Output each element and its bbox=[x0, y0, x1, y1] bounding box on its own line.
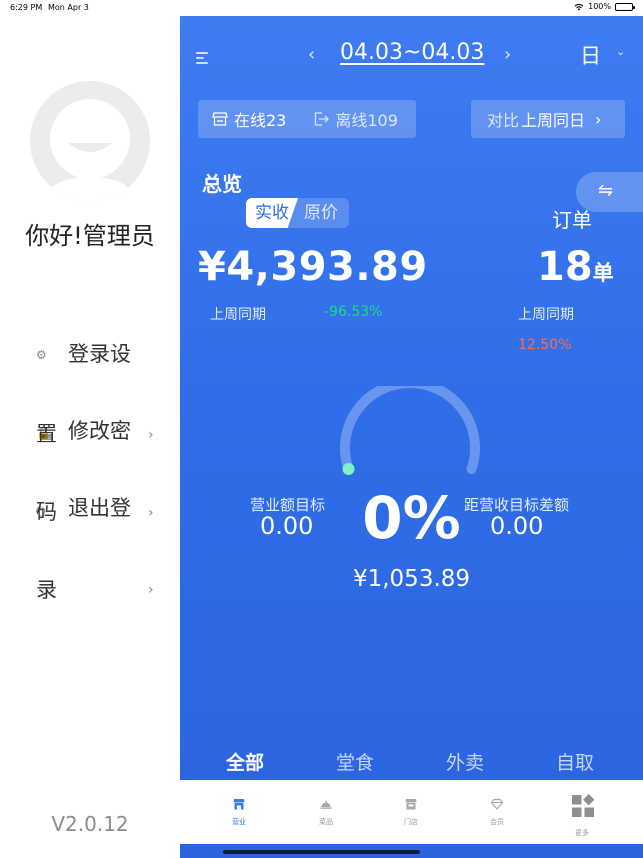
orders-title: 订单 bbox=[552, 208, 592, 232]
app-version: V2.0.12 bbox=[51, 812, 129, 836]
status-time: 6:29 PM bbox=[10, 3, 43, 12]
revenue-amount: ¥4,393.89 bbox=[198, 244, 428, 290]
store-icon bbox=[212, 112, 228, 126]
gear-icon: ⚙ bbox=[36, 348, 47, 362]
menu-logout[interactable]: 退出登 bbox=[68, 492, 131, 522]
chevron-right-icon: › bbox=[148, 582, 154, 598]
period-selector[interactable]: 日 bbox=[580, 40, 601, 70]
chevron-right-icon[interactable]: › bbox=[504, 44, 511, 65]
online-stores[interactable]: 在线23 bbox=[212, 107, 286, 131]
tab-dine-in[interactable]: 堂食 bbox=[336, 748, 374, 775]
dish-cloche-icon bbox=[320, 800, 332, 809]
nav-more-label: 更多 bbox=[575, 829, 589, 837]
revenue-compare-label: 上周同期 bbox=[210, 307, 266, 323]
avatar[interactable] bbox=[30, 81, 150, 201]
shop-icon bbox=[405, 799, 417, 810]
revenue-change: -96.53% bbox=[324, 304, 383, 320]
offline-stores[interactable]: 离线109 bbox=[314, 107, 398, 131]
diamond-icon bbox=[491, 798, 503, 810]
toggle-original[interactable]: 原价 bbox=[298, 198, 349, 228]
chevron-left-icon[interactable]: ‹ bbox=[308, 44, 315, 65]
tab-delivery[interactable]: 外卖 bbox=[446, 748, 484, 775]
home-indicator bbox=[223, 850, 420, 854]
compare-prefix: 对比 bbox=[487, 111, 520, 130]
status-right: 100% bbox=[574, 2, 635, 11]
menu-logout-cont[interactable]: 录 bbox=[36, 574, 57, 604]
online-count: 在线23 bbox=[234, 111, 287, 130]
goal-amount: ¥1,053.89 bbox=[352, 566, 471, 592]
default-avatar-icon bbox=[30, 81, 150, 201]
store-status-bar[interactable]: 在线23 离线109 bbox=[198, 100, 416, 138]
offline-count: 离线109 bbox=[335, 111, 398, 130]
wifi-icon bbox=[574, 3, 584, 10]
amount-type-toggle[interactable]: 实收 原价 bbox=[246, 198, 349, 228]
nav-dishes-label: 菜品 bbox=[319, 818, 333, 826]
chevron-right-icon: › bbox=[148, 505, 154, 521]
nav-dishes[interactable]: 菜品 bbox=[281, 780, 371, 844]
bottom-nav: 营业 菜品 门店 会员 更多 bbox=[180, 780, 643, 844]
nav-members-label: 会员 bbox=[490, 818, 504, 826]
menu-login-settings-cont[interactable]: 置 bbox=[36, 418, 57, 448]
battery-icon bbox=[615, 2, 635, 11]
compare-target: 上周同日 bbox=[521, 111, 586, 130]
nav-business-label: 营业 bbox=[232, 818, 246, 826]
channel-tabs: 全部 堂食 外卖 自取 bbox=[180, 744, 643, 780]
menu-change-password-cont[interactable]: 码 bbox=[36, 496, 57, 526]
orders-unit: 单 bbox=[592, 261, 614, 285]
battery-percent: 100% bbox=[588, 2, 611, 11]
nav-stores-label: 门店 bbox=[404, 818, 418, 826]
toggle-actual[interactable]: 实收 bbox=[246, 198, 298, 228]
compare-button[interactable]: 对比 上周同日 › bbox=[471, 100, 625, 138]
orders-number: 18 bbox=[537, 244, 593, 290]
chevron-right-icon: › bbox=[148, 427, 154, 443]
menu-change-password[interactable]: 修改密 bbox=[68, 415, 131, 445]
chevron-down-icon[interactable]: ⌄ bbox=[616, 45, 625, 58]
orders-change: 12.50% bbox=[518, 337, 572, 353]
tab-all[interactable]: 全部 bbox=[226, 748, 264, 775]
menu-icon[interactable] bbox=[196, 52, 210, 64]
greeting-text: 你好!管理员 bbox=[25, 222, 155, 250]
orders-count: 18单 bbox=[537, 244, 614, 290]
grid-more-icon bbox=[572, 794, 595, 817]
store-icon bbox=[233, 799, 245, 810]
nav-more[interactable]: 更多 bbox=[537, 780, 627, 844]
nav-business[interactable]: 营业 bbox=[194, 780, 284, 844]
nav-members[interactable]: 会员 bbox=[452, 780, 542, 844]
nav-stores[interactable]: 门店 bbox=[366, 780, 456, 844]
dashboard-panel: ‹ 04.03~04.03 › 日 ⌄ 在线23 离线109 对比 上周同日 ›… bbox=[180, 16, 643, 858]
gap-value: 0.00 bbox=[490, 512, 544, 540]
orders-compare-label: 上周同期 bbox=[518, 307, 574, 323]
side-drawer: 你好!管理员 ⚙ 登录设 🔒 置 修改密 › ⏻ 码 退出登 › 录 › V2.… bbox=[0, 0, 180, 858]
overview-title: 总览 bbox=[202, 172, 242, 196]
menu-login-settings[interactable]: 登录设 bbox=[68, 338, 131, 368]
target-value: 0.00 bbox=[260, 512, 314, 540]
date-range[interactable]: 04.03~04.03 bbox=[340, 40, 484, 65]
status-date: Mon Apr 3 bbox=[48, 3, 89, 12]
tab-pickup[interactable]: 自取 bbox=[556, 748, 594, 775]
status-bar: 6:29 PM Mon Apr 3 100% bbox=[0, 0, 643, 16]
chevron-right-icon: › bbox=[595, 109, 602, 129]
goal-gauge bbox=[340, 386, 480, 475]
gauge-progress-dot bbox=[342, 463, 355, 475]
exit-icon bbox=[315, 112, 330, 126]
